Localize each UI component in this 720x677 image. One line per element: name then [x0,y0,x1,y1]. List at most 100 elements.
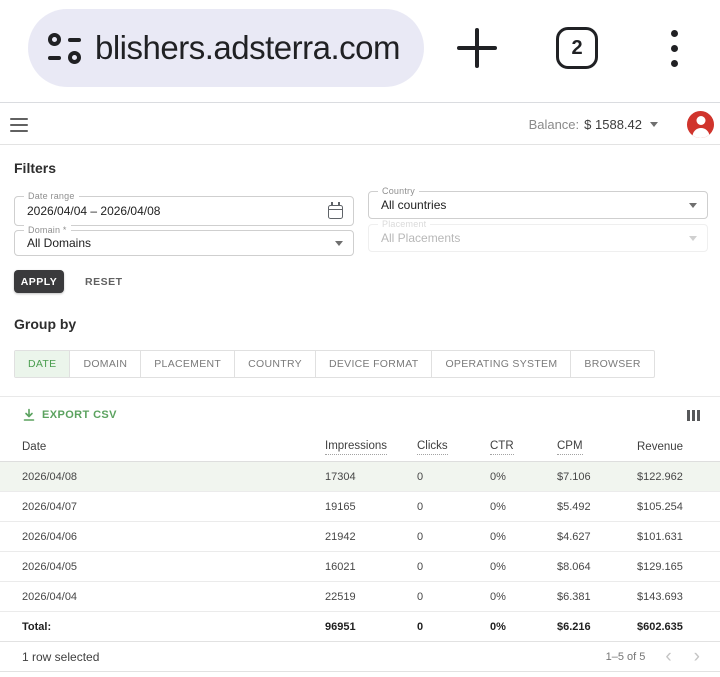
table-row[interactable]: 2026/04/04 22519 0 0% $6.381 $143.693 [0,582,720,612]
hamburger-menu-icon[interactable] [10,118,28,132]
date-range-field[interactable]: Date range 2026/04/04 – 2026/04/08 [14,196,354,226]
cell-date: 2026/04/08 [22,471,325,483]
tab-switcher-button[interactable]: 2 [556,27,598,69]
group-by-tabs: DATE DOMAIN PLACEMENT COUNTRY DEVICE FOR… [14,350,655,378]
apply-button[interactable]: APPLY [14,270,64,293]
cell-cpm: $6.381 [557,591,637,603]
filters-title: Filters [14,160,56,176]
total-ctr: 0% [490,621,557,633]
cell-date: 2026/04/06 [22,531,325,543]
placement-select-disabled: Placement All Placements [368,224,708,252]
column-header-revenue[interactable]: Revenue [637,441,683,453]
domain-value: All Domains [27,236,332,250]
cell-cpm: $4.627 [557,531,637,543]
browser-toolbar: blishers.adsterra.com 2 [0,0,720,103]
balance-value: $ 1588.42 [584,117,642,132]
page-range-text: 1–5 of 5 [606,651,646,663]
total-impressions: 96951 [325,621,417,633]
total-revenue: $602.635 [637,621,708,633]
chevron-right-icon[interactable]: › [688,647,706,666]
cell-cpm: $5.492 [557,501,637,513]
cell-cpm: $7.106 [557,471,637,483]
country-value: All countries [381,198,686,212]
column-header-impressions[interactable]: Impressions [325,440,387,455]
chevron-down-icon [689,236,697,241]
url-text: blishers.adsterra.com [95,29,400,67]
cell-impressions: 16021 [325,561,417,573]
browser-menu-icon[interactable] [667,30,682,67]
tab-country[interactable]: COUNTRY [235,351,316,377]
country-label: Country [378,186,419,196]
tab-placement[interactable]: PLACEMENT [141,351,235,377]
cell-clicks: 0 [417,561,490,573]
cell-impressions: 19165 [325,501,417,513]
cell-ctr: 0% [490,591,557,603]
placement-label: Placement [378,219,430,229]
column-header-date[interactable]: Date [22,441,46,453]
cell-ctr: 0% [490,471,557,483]
tab-device-format[interactable]: DEVICE FORMAT [316,351,432,377]
cell-revenue: $129.165 [637,561,708,573]
country-select[interactable]: Country All countries [368,191,708,219]
date-range-label: Date range [24,191,79,201]
total-label: Total: [22,621,325,633]
chevron-down-icon [689,203,697,208]
address-bar[interactable]: blishers.adsterra.com [28,9,424,87]
chevron-down-icon [335,241,343,246]
total-clicks: 0 [417,621,490,633]
new-tab-button[interactable] [457,28,497,68]
table-toolbar: EXPORT CSV [0,397,720,433]
cell-impressions: 22519 [325,591,417,603]
domain-select[interactable]: Domain * All Domains [14,230,354,256]
column-header-clicks[interactable]: Clicks [417,440,448,455]
cell-cpm: $8.064 [557,561,637,573]
column-settings-icon[interactable] [685,408,703,423]
balance-label: Balance: [529,117,580,132]
balance-dropdown[interactable]: Balance: $ 1588.42 [529,104,658,145]
tab-browser[interactable]: BROWSER [571,351,653,377]
download-icon [22,408,36,422]
table-total-row: Total: 96951 0 0% $6.216 $602.635 [0,612,720,642]
avatar[interactable] [687,111,714,138]
placement-value: All Placements [381,231,686,245]
cell-date: 2026/04/04 [22,591,325,603]
tab-operating-system[interactable]: OPERATING SYSTEM [432,351,571,377]
table-header-row: Date Impressions Clicks CTR CPM Revenue [0,433,720,462]
cell-ctr: 0% [490,531,557,543]
cell-clicks: 0 [417,501,490,513]
group-by-title: Group by [14,316,76,332]
cell-revenue: $143.693 [637,591,708,603]
table-footer: 1 row selected 1–5 of 5 ‹ › [0,642,720,672]
cell-ctr: 0% [490,561,557,573]
stats-table-card: EXPORT CSV Date Impressions Clicks CTR C… [0,396,720,672]
chevron-down-icon [650,122,658,127]
export-csv-button[interactable]: EXPORT CSV [22,408,117,422]
cell-clicks: 0 [417,591,490,603]
calendar-icon[interactable] [328,205,343,219]
app-header: Balance: $ 1588.42 [0,104,720,145]
cell-date: 2026/04/07 [22,501,325,513]
tab-domain[interactable]: DOMAIN [70,351,141,377]
domain-label: Domain * [24,225,71,235]
table-row[interactable]: 2026/04/08 17304 0 0% $7.106 $122.962 [0,462,720,492]
cell-ctr: 0% [490,501,557,513]
table-row[interactable]: 2026/04/07 19165 0 0% $5.492 $105.254 [0,492,720,522]
cell-revenue: $122.962 [637,471,708,483]
total-cpm: $6.216 [557,621,637,633]
cell-impressions: 21942 [325,531,417,543]
site-settings-icon[interactable] [48,33,83,64]
cell-clicks: 0 [417,471,490,483]
screen: blishers.adsterra.com 2 Balance: $ 1588.… [0,0,720,677]
table-row[interactable]: 2026/04/06 21942 0 0% $4.627 $101.631 [0,522,720,552]
reset-button[interactable]: RESET [79,270,129,293]
column-header-ctr[interactable]: CTR [490,440,514,455]
chevron-left-icon[interactable]: ‹ [659,647,677,666]
table-row[interactable]: 2026/04/05 16021 0 0% $8.064 $129.165 [0,552,720,582]
cell-date: 2026/04/05 [22,561,325,573]
tab-date[interactable]: DATE [15,351,70,377]
date-range-value: 2026/04/04 – 2026/04/08 [27,204,328,218]
column-header-cpm[interactable]: CPM [557,440,583,455]
pagination: 1–5 of 5 ‹ › [606,647,706,666]
cell-revenue: $101.631 [637,531,708,543]
export-csv-label: EXPORT CSV [42,409,117,421]
